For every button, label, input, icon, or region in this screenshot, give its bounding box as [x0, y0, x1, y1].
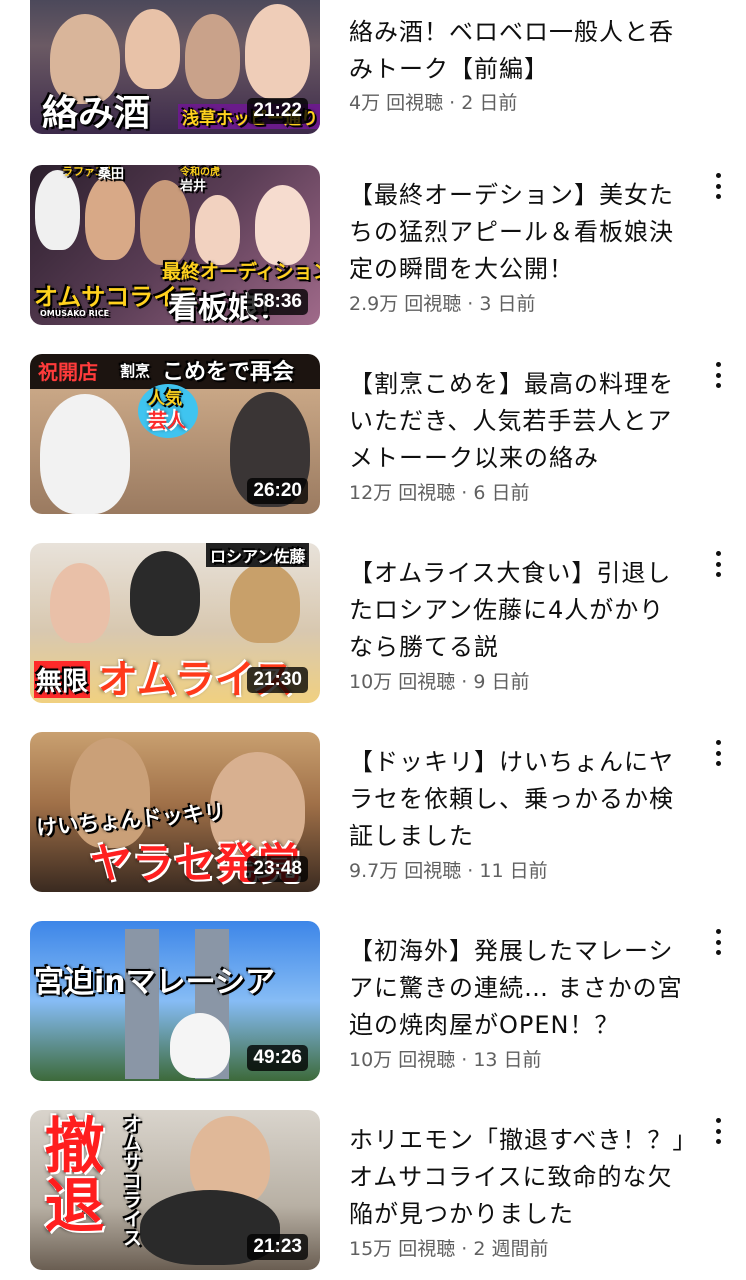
thumbnail-caption: 芸人	[148, 410, 187, 432]
thumbnail-caption: 絡み酒	[42, 93, 151, 134]
thumbnail-caption: 無限	[34, 661, 91, 698]
video-meta: 2.9万 回視聴 · 3 日前	[349, 293, 536, 315]
thumbnail-caption: 撤退	[34, 1114, 104, 1234]
thumbnail-person	[50, 563, 110, 643]
video-item[interactable]: ロシアン佐藤 無限 オムライス 21:30 【オムライス大食い】引退したロシアン…	[0, 543, 746, 713]
video-title[interactable]: 絡み酒！ベロベロ一般人と呑みトーク【前編】	[349, 14, 689, 88]
video-title[interactable]: 【最終オーデション】美女たちの猛烈アピール＆看板娘決定の瞬間を大公開！	[349, 177, 689, 288]
video-title[interactable]: 【ドッキリ】けいちょんにヤラセを依頼し、乗っかるか検証しました	[349, 744, 689, 855]
video-thumbnail[interactable]: けいちょんドッキリ ヤラセ発覚 23:48	[30, 732, 320, 892]
duration-badge: 26:20	[247, 478, 308, 504]
video-meta: 10万 回視聴 · 13 日前	[349, 1049, 542, 1071]
duration-badge: 21:23	[247, 1234, 308, 1260]
thumbnail-person	[255, 185, 310, 265]
thumbnail-person	[185, 14, 240, 99]
video-title[interactable]: 【オムライス大食い】引退したロシアン佐藤に4人がかりなら勝てる説	[349, 555, 689, 666]
video-meta: 9.7万 回視聴 · 11 日前	[349, 860, 548, 882]
video-item[interactable]: 絡み酒 浅草ホッピー通り 21:22 絡み酒！ベロベロ一般人と呑みトーク【前編】…	[0, 0, 746, 170]
video-item[interactable]: 祝開店 割烹 こめをで再会 人気 芸人 26:20 【割烹こめを】最高の料理をい…	[0, 354, 746, 524]
more-vert-icon[interactable]	[708, 171, 728, 201]
duration-badge: 58:36	[247, 289, 308, 315]
thumbnail-tower	[125, 929, 159, 1079]
video-thumbnail[interactable]: ラファエル 桑田 令和の虎 岩井 最終オーディション オムサコライス OMUSA…	[30, 165, 320, 325]
video-item[interactable]: 撤退 オムサコライス 21:23 ホリエモン「撤退すべき！？」オムサコライスに致…	[0, 1110, 746, 1280]
video-item[interactable]: ラファエル 桑田 令和の虎 岩井 最終オーディション オムサコライス OMUSA…	[0, 165, 746, 335]
video-thumbnail[interactable]: ロシアン佐藤 無限 オムライス 21:30	[30, 543, 320, 703]
thumbnail-person	[35, 170, 80, 250]
video-meta: 15万 回視聴 · 2 週間前	[349, 1238, 549, 1260]
thumbnail-person	[195, 195, 240, 265]
more-vert-icon[interactable]	[708, 549, 728, 579]
video-title[interactable]: 【初海外】発展したマレーシアに驚きの連続… まさかの宮迫の焼肉屋がOPEN！？	[349, 933, 689, 1044]
video-item[interactable]: けいちょんドッキリ ヤラセ発覚 23:48 【ドッキリ】けいちょんにヤラセを依頼…	[0, 732, 746, 902]
thumbnail-person	[40, 394, 130, 514]
thumbnail-person	[130, 551, 200, 636]
video-thumbnail[interactable]: 撤退 オムサコライス 21:23	[30, 1110, 320, 1270]
video-thumbnail[interactable]: 絡み酒 浅草ホッピー通り 21:22	[30, 0, 320, 134]
video-meta: 12万 回視聴 · 6 日前	[349, 482, 530, 504]
more-vert-icon[interactable]	[708, 927, 728, 957]
duration-badge: 49:26	[247, 1045, 308, 1071]
duration-badge: 21:22	[247, 98, 308, 124]
thumbnail-person	[245, 4, 310, 99]
thumbnail-caption: OMUSAKO RICE	[40, 309, 110, 318]
more-vert-icon[interactable]	[708, 360, 728, 390]
thumbnail-caption: 祝開店	[38, 360, 98, 384]
more-vert-icon[interactable]	[708, 738, 728, 768]
more-vert-icon[interactable]	[708, 1116, 728, 1146]
thumbnail-person	[170, 1013, 230, 1078]
thumbnail-caption: オムサコライス	[120, 1114, 142, 1247]
thumbnail-person	[230, 563, 300, 643]
video-item[interactable]: 宮迫inマレーシア 49:26 【初海外】発展したマレーシアに驚きの連続… まさ…	[0, 921, 746, 1091]
thumbnail-caption: 宮迫inマレーシア	[34, 965, 276, 1000]
video-meta: 10万 回視聴 · 9 日前	[349, 671, 530, 693]
thumbnail-caption: 岩井	[180, 179, 207, 194]
video-thumbnail[interactable]: 宮迫inマレーシア 49:26	[30, 921, 320, 1081]
video-meta: 4万 回視聴 · 2 日前	[349, 92, 518, 114]
duration-badge: 23:48	[247, 856, 308, 882]
thumbnail-person	[85, 175, 135, 260]
thumbnail-caption: ロシアン佐藤	[206, 543, 310, 567]
thumbnail-caption: こめをで再会	[162, 360, 295, 385]
thumbnail-caption: 桑田	[98, 167, 125, 182]
video-title[interactable]: ホリエモン「撤退すべき！？」オムサコライスに致命的な欠陥が見つかりました	[349, 1122, 689, 1233]
duration-badge: 21:30	[247, 667, 308, 693]
video-title[interactable]: 【割烹こめを】最高の料理をいただき、人気若手芸人とアメトーーク以来の絡み	[349, 366, 689, 477]
thumbnail-person	[125, 9, 180, 89]
video-thumbnail[interactable]: 祝開店 割烹 こめをで再会 人気 芸人 26:20	[30, 354, 320, 514]
thumbnail-caption: 割烹	[120, 362, 151, 380]
